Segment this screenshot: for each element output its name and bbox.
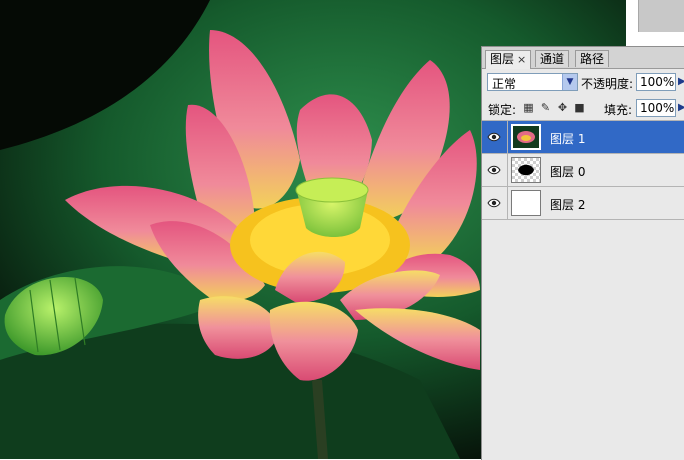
- divider: [507, 121, 508, 153]
- fill-input[interactable]: 100%: [636, 99, 676, 117]
- eye-icon[interactable]: [487, 197, 501, 209]
- triangle-right-icon[interactable]: ▶: [678, 75, 684, 89]
- tab-paths[interactable]: 路径: [575, 50, 610, 67]
- move-icon[interactable]: ✥: [556, 101, 569, 114]
- layers-panel: 图层 × 通道 路径 正常 ▼ 不透明度: 100% ▶ 锁定: ▦ ✎ ✥ ■ 填充:…: [481, 46, 684, 460]
- tab-label: 图层: [490, 52, 515, 66]
- fill-label: 填充:: [604, 103, 633, 117]
- opacity-label: 不透明度:: [581, 77, 634, 91]
- tab-channels[interactable]: 通道: [535, 50, 570, 67]
- lock-fill-row: 锁定: ▦ ✎ ✥ ■ 填充: 100% ▶: [482, 96, 684, 121]
- blend-mode-value: 正常: [492, 77, 517, 91]
- tab-layers[interactable]: 图层 ×: [485, 50, 532, 69]
- layer-thumbnail: [511, 124, 541, 150]
- layer-name: 图层 1: [550, 132, 586, 146]
- eye-icon[interactable]: [487, 131, 501, 143]
- close-icon[interactable]: ×: [517, 53, 526, 66]
- layer-thumbnail: [511, 190, 541, 216]
- divider: [507, 154, 508, 186]
- layer-row[interactable]: 图层 2: [482, 187, 684, 220]
- opacity-input[interactable]: 100%: [636, 73, 676, 91]
- layer-row[interactable]: 图层 1: [482, 121, 684, 154]
- divider: [507, 187, 508, 219]
- brush-icon[interactable]: ✎: [539, 101, 552, 114]
- layer-name: 图层 2: [550, 198, 586, 212]
- lock-label: 锁定:: [488, 103, 517, 117]
- eye-icon[interactable]: [487, 164, 501, 176]
- triangle-right-icon[interactable]: ▶: [678, 101, 684, 115]
- layer-row[interactable]: 图层 0: [482, 154, 684, 187]
- layer-name: 图层 0: [550, 165, 586, 179]
- checker-icon[interactable]: ▦: [522, 101, 535, 114]
- chevron-down-icon[interactable]: ▼: [562, 74, 577, 90]
- lock-icons: ▦ ✎ ✥ ■: [522, 100, 590, 114]
- tab-label: 路径: [580, 52, 605, 66]
- blend-mode-select[interactable]: 正常 ▼: [487, 73, 578, 91]
- lock-icon[interactable]: ■: [573, 101, 586, 114]
- blend-opacity-row: 正常 ▼ 不透明度: 100% ▶: [482, 69, 684, 95]
- layer-thumbnail: [511, 157, 541, 183]
- background-area: [638, 0, 684, 32]
- tab-label: 通道: [540, 52, 565, 66]
- panel-tab-bar: 图层 × 通道 路径: [482, 47, 684, 69]
